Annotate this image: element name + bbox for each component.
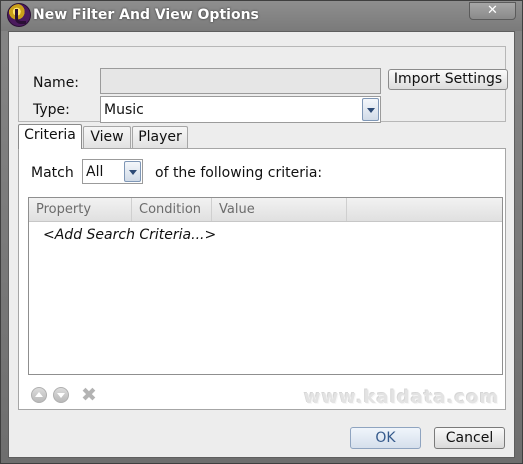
tab-player[interactable]: Player [132,126,188,148]
match-select[interactable]: All [82,159,143,184]
criteria-table[interactable]: Property Condition Value <Add Search Cri… [28,197,503,375]
watermark: www.kaldata.com [304,387,500,408]
table-header: Property Condition Value [29,198,502,222]
type-select-value: Music [104,102,144,118]
dialog-content: Name: Import Settings Type: Music Criter… [8,31,515,458]
type-label: Type: [33,102,70,118]
ok-button[interactable]: OK [350,427,421,449]
window-title: New Filter And View Options [33,7,259,23]
criteria-panel: Match All of the following criteria: Pro… [18,148,506,410]
criteria-suffix-label: of the following criteria: [155,165,323,181]
column-header-value[interactable]: Value [212,198,347,221]
move-up-icon[interactable] [31,387,47,403]
type-select[interactable]: Music [100,96,381,123]
app-logo-icon [7,3,31,27]
chevron-down-icon[interactable] [362,98,379,121]
name-label: Name: [33,75,80,91]
chevron-down-icon[interactable] [124,161,141,182]
title-bar[interactable]: New Filter And View Options ✕ [1,1,522,31]
tab-criteria[interactable]: Criteria [18,124,82,149]
name-input[interactable] [100,68,381,94]
column-header-condition[interactable]: Condition [132,198,212,221]
close-button[interactable]: ✕ [469,2,516,20]
move-down-icon[interactable] [53,387,69,403]
dialog-window: New Filter And View Options ✕ Name: Impo… [0,0,523,464]
match-select-value: All [86,164,104,180]
cancel-button[interactable]: Cancel [434,427,505,449]
tab-view[interactable]: View [83,126,131,148]
delete-icon[interactable]: ✖ [81,385,97,405]
column-header-property[interactable]: Property [29,198,132,221]
import-settings-button[interactable]: Import Settings [388,69,508,90]
match-label: Match [31,165,74,181]
general-group: Name: Import Settings Type: Music [18,46,508,123]
add-search-criteria-row[interactable]: <Add Search Criteria...> [43,227,216,243]
